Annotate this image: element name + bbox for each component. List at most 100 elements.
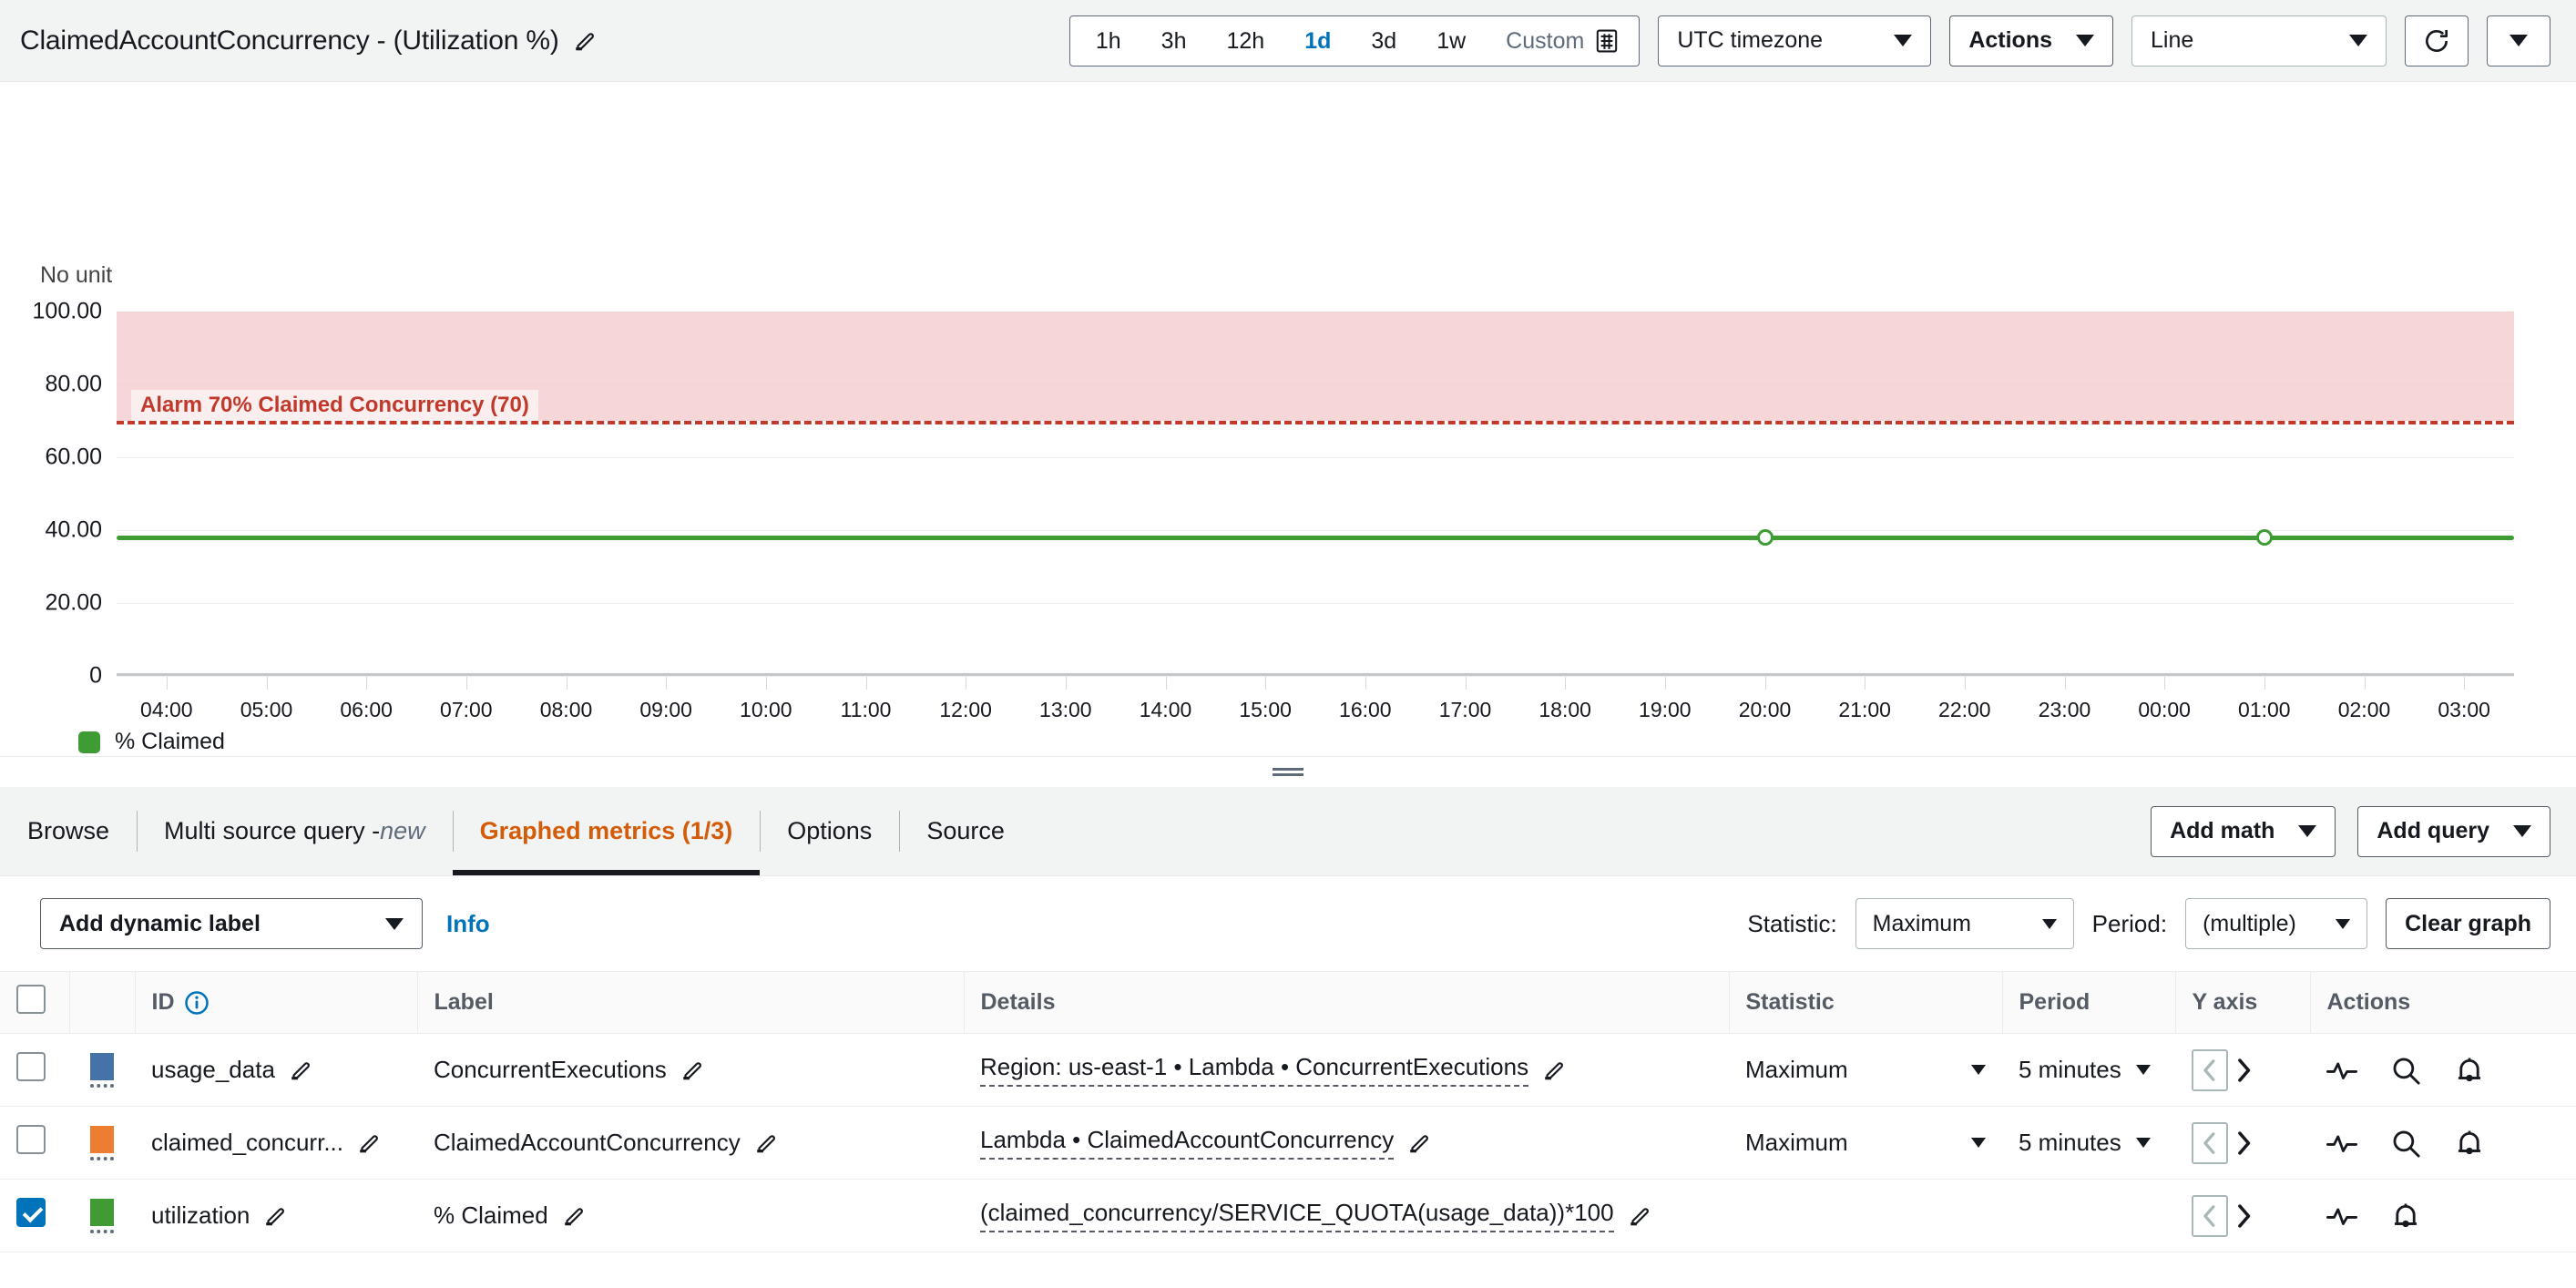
x-axis-tick-label: 02:00 <box>2337 698 2391 721</box>
row-checkbox[interactable] <box>16 1125 46 1154</box>
row-color-cell <box>69 1033 135 1107</box>
graph-pulse-icon[interactable] <box>2326 1128 2357 1159</box>
select-all-checkbox[interactable] <box>16 985 46 1014</box>
time-range-1d[interactable]: 1d <box>1284 16 1351 66</box>
graph-title-text: ClaimedAccountConcurrency - (Utilization… <box>20 25 559 56</box>
col-id-label: ID <box>151 989 175 1015</box>
time-range-12h[interactable]: 12h <box>1206 16 1284 66</box>
legend-color-swatch <box>78 731 100 753</box>
series-color-swatch[interactable] <box>69 1198 135 1233</box>
time-range-custom[interactable]: Custom <box>1486 16 1633 66</box>
add-math-button[interactable]: Add math <box>2151 805 2336 857</box>
page-title: ClaimedAccountConcurrency - (Utilization… <box>20 26 596 56</box>
tab-source[interactable]: Source <box>899 787 1032 875</box>
y-axis-right-button[interactable] <box>2234 1130 2254 1157</box>
row-statistic-cell[interactable]: Maximum <box>1729 1106 2002 1180</box>
add-dynamic-label-button[interactable]: Add dynamic label <box>40 898 423 949</box>
period-select[interactable]: (multiple) <box>2185 898 2368 949</box>
y-axis-tick-label: 60.00 <box>45 444 102 470</box>
row-details-text[interactable]: Region: us-east-1 • Lambda • ConcurrentE… <box>980 1053 1529 1087</box>
refresh-button[interactable] <box>2405 15 2469 66</box>
graph-pulse-icon[interactable] <box>2326 1055 2357 1086</box>
edit-pencil-icon[interactable] <box>262 1204 286 1228</box>
tab-graphed-metrics[interactable]: Graphed metrics (1/3) <box>452 787 761 875</box>
alarm-bell-icon[interactable] <box>2390 1201 2421 1232</box>
row-id-cell: claimed_concurr... <box>135 1106 417 1180</box>
search-icon[interactable] <box>2390 1055 2421 1086</box>
row-details-text[interactable]: Lambda • ClaimedAccountConcurrency <box>980 1126 1395 1160</box>
chevron-down-icon <box>2349 35 2367 46</box>
refresh-options-button[interactable] <box>2487 15 2550 66</box>
tab-options[interactable]: Options <box>760 787 899 875</box>
time-range-selector[interactable]: 1h 3h 12h 1d 3d 1w Custom <box>1068 15 1641 66</box>
row-checkbox[interactable] <box>16 1052 46 1081</box>
edit-title-pencil-icon[interactable] <box>572 29 596 53</box>
panel-splitter[interactable] <box>0 756 2576 787</box>
table-row[interactable]: usage_data ConcurrentExecutions Region: … <box>0 1033 2576 1107</box>
series-color-swatch[interactable] <box>69 1125 135 1160</box>
alarm-threshold-line[interactable] <box>117 421 2514 424</box>
y-axis-right-button[interactable] <box>2234 1057 2254 1084</box>
chart-legend[interactable]: % Claimed <box>78 729 225 755</box>
info-icon[interactable] <box>184 990 210 1016</box>
add-query-button[interactable]: Add query <box>2357 805 2550 857</box>
x-axis-tick <box>1265 677 1267 690</box>
x-axis-tick <box>1865 677 1866 690</box>
edit-pencil-icon[interactable] <box>680 1058 703 1082</box>
search-icon[interactable] <box>2390 1128 2421 1159</box>
y-axis-left-button[interactable] <box>2192 1194 2228 1237</box>
row-label-text: ClaimedAccountConcurrency <box>434 1129 741 1156</box>
statistic-select[interactable]: Maximum <box>1855 898 2074 949</box>
x-axis-line <box>117 673 2514 676</box>
x-axis-tick-label: 18:00 <box>1538 698 1591 721</box>
series-data-point[interactable] <box>2255 529 2273 546</box>
edit-pencil-icon[interactable] <box>561 1204 585 1228</box>
tab-multi-source-query-badge: new <box>380 817 425 844</box>
row-statistic-cell[interactable]: Maximum <box>1729 1033 2002 1107</box>
chart-type-select[interactable]: Line <box>2131 15 2387 66</box>
table-row[interactable]: utilization % Claimed (claimed_concurren… <box>0 1179 2576 1252</box>
edit-pencil-icon[interactable] <box>1406 1131 1430 1155</box>
series-color-square <box>90 1125 114 1153</box>
tab-multi-source-query[interactable]: Multi source query - new <box>137 787 453 875</box>
row-details-cell: Region: us-east-1 • Lambda • ConcurrentE… <box>964 1033 1729 1107</box>
edit-pencil-icon[interactable] <box>356 1131 380 1155</box>
edit-pencil-icon[interactable] <box>288 1058 312 1082</box>
series-color-dots-icon <box>90 1156 114 1160</box>
y-axis-left-button[interactable] <box>2192 1048 2228 1091</box>
x-axis-tick <box>2364 677 2366 690</box>
tab-browse[interactable]: Browse <box>0 787 137 875</box>
series-color-swatch[interactable] <box>69 1052 135 1088</box>
actions-button[interactable]: Actions <box>1949 15 2113 66</box>
y-axis-right-button[interactable] <box>2234 1202 2254 1230</box>
time-range-1h[interactable]: 1h <box>1076 16 1141 66</box>
time-range-3h[interactable]: 3h <box>1141 16 1207 66</box>
chevron-down-icon <box>2298 825 2317 837</box>
edit-pencil-icon[interactable] <box>1541 1058 1565 1082</box>
alarm-bell-icon[interactable] <box>2454 1128 2485 1159</box>
tab-options-label: Options <box>787 817 873 844</box>
alarm-bell-icon[interactable] <box>2454 1055 2485 1086</box>
row-period-cell[interactable]: 5 minutes <box>2002 1033 2175 1107</box>
edit-pencil-icon[interactable] <box>753 1131 777 1155</box>
time-range-1w[interactable]: 1w <box>1416 16 1486 66</box>
graph-pulse-icon[interactable] <box>2326 1201 2357 1232</box>
row-checkbox[interactable] <box>16 1198 46 1227</box>
x-axis-tick-label: 04:00 <box>140 698 193 721</box>
series-line--claimed[interactable] <box>117 536 2514 540</box>
chart-plot-area[interactable]: 0 20.00 40.00 60.00 80.00 100.00 Alarm 70% Cla… <box>33 299 2514 721</box>
y-gridline <box>117 676 2514 677</box>
edit-pencil-icon[interactable] <box>1627 1204 1651 1228</box>
row-period-cell[interactable]: 5 minutes <box>2002 1106 2175 1180</box>
row-details-text[interactable]: (claimed_concurrency/SERVICE_QUOTA(usage… <box>980 1199 1614 1232</box>
time-range-3d[interactable]: 3d <box>1351 16 1416 66</box>
clear-graph-button[interactable]: Clear graph <box>2386 898 2550 949</box>
timezone-select[interactable]: UTC timezone <box>1658 15 1932 66</box>
x-axis-tick-label: 16:00 <box>1339 698 1392 721</box>
y-axis-left-button[interactable] <box>2192 1121 2228 1164</box>
row-period-value: 5 minutes <box>2019 1129 2121 1156</box>
info-link[interactable]: Info <box>446 910 490 938</box>
series-data-point[interactable] <box>1756 529 1774 546</box>
clear-graph-label: Clear graph <box>2405 910 2531 936</box>
table-row[interactable]: claimed_concurr... ClaimedAccountConcurr… <box>0 1106 2576 1180</box>
